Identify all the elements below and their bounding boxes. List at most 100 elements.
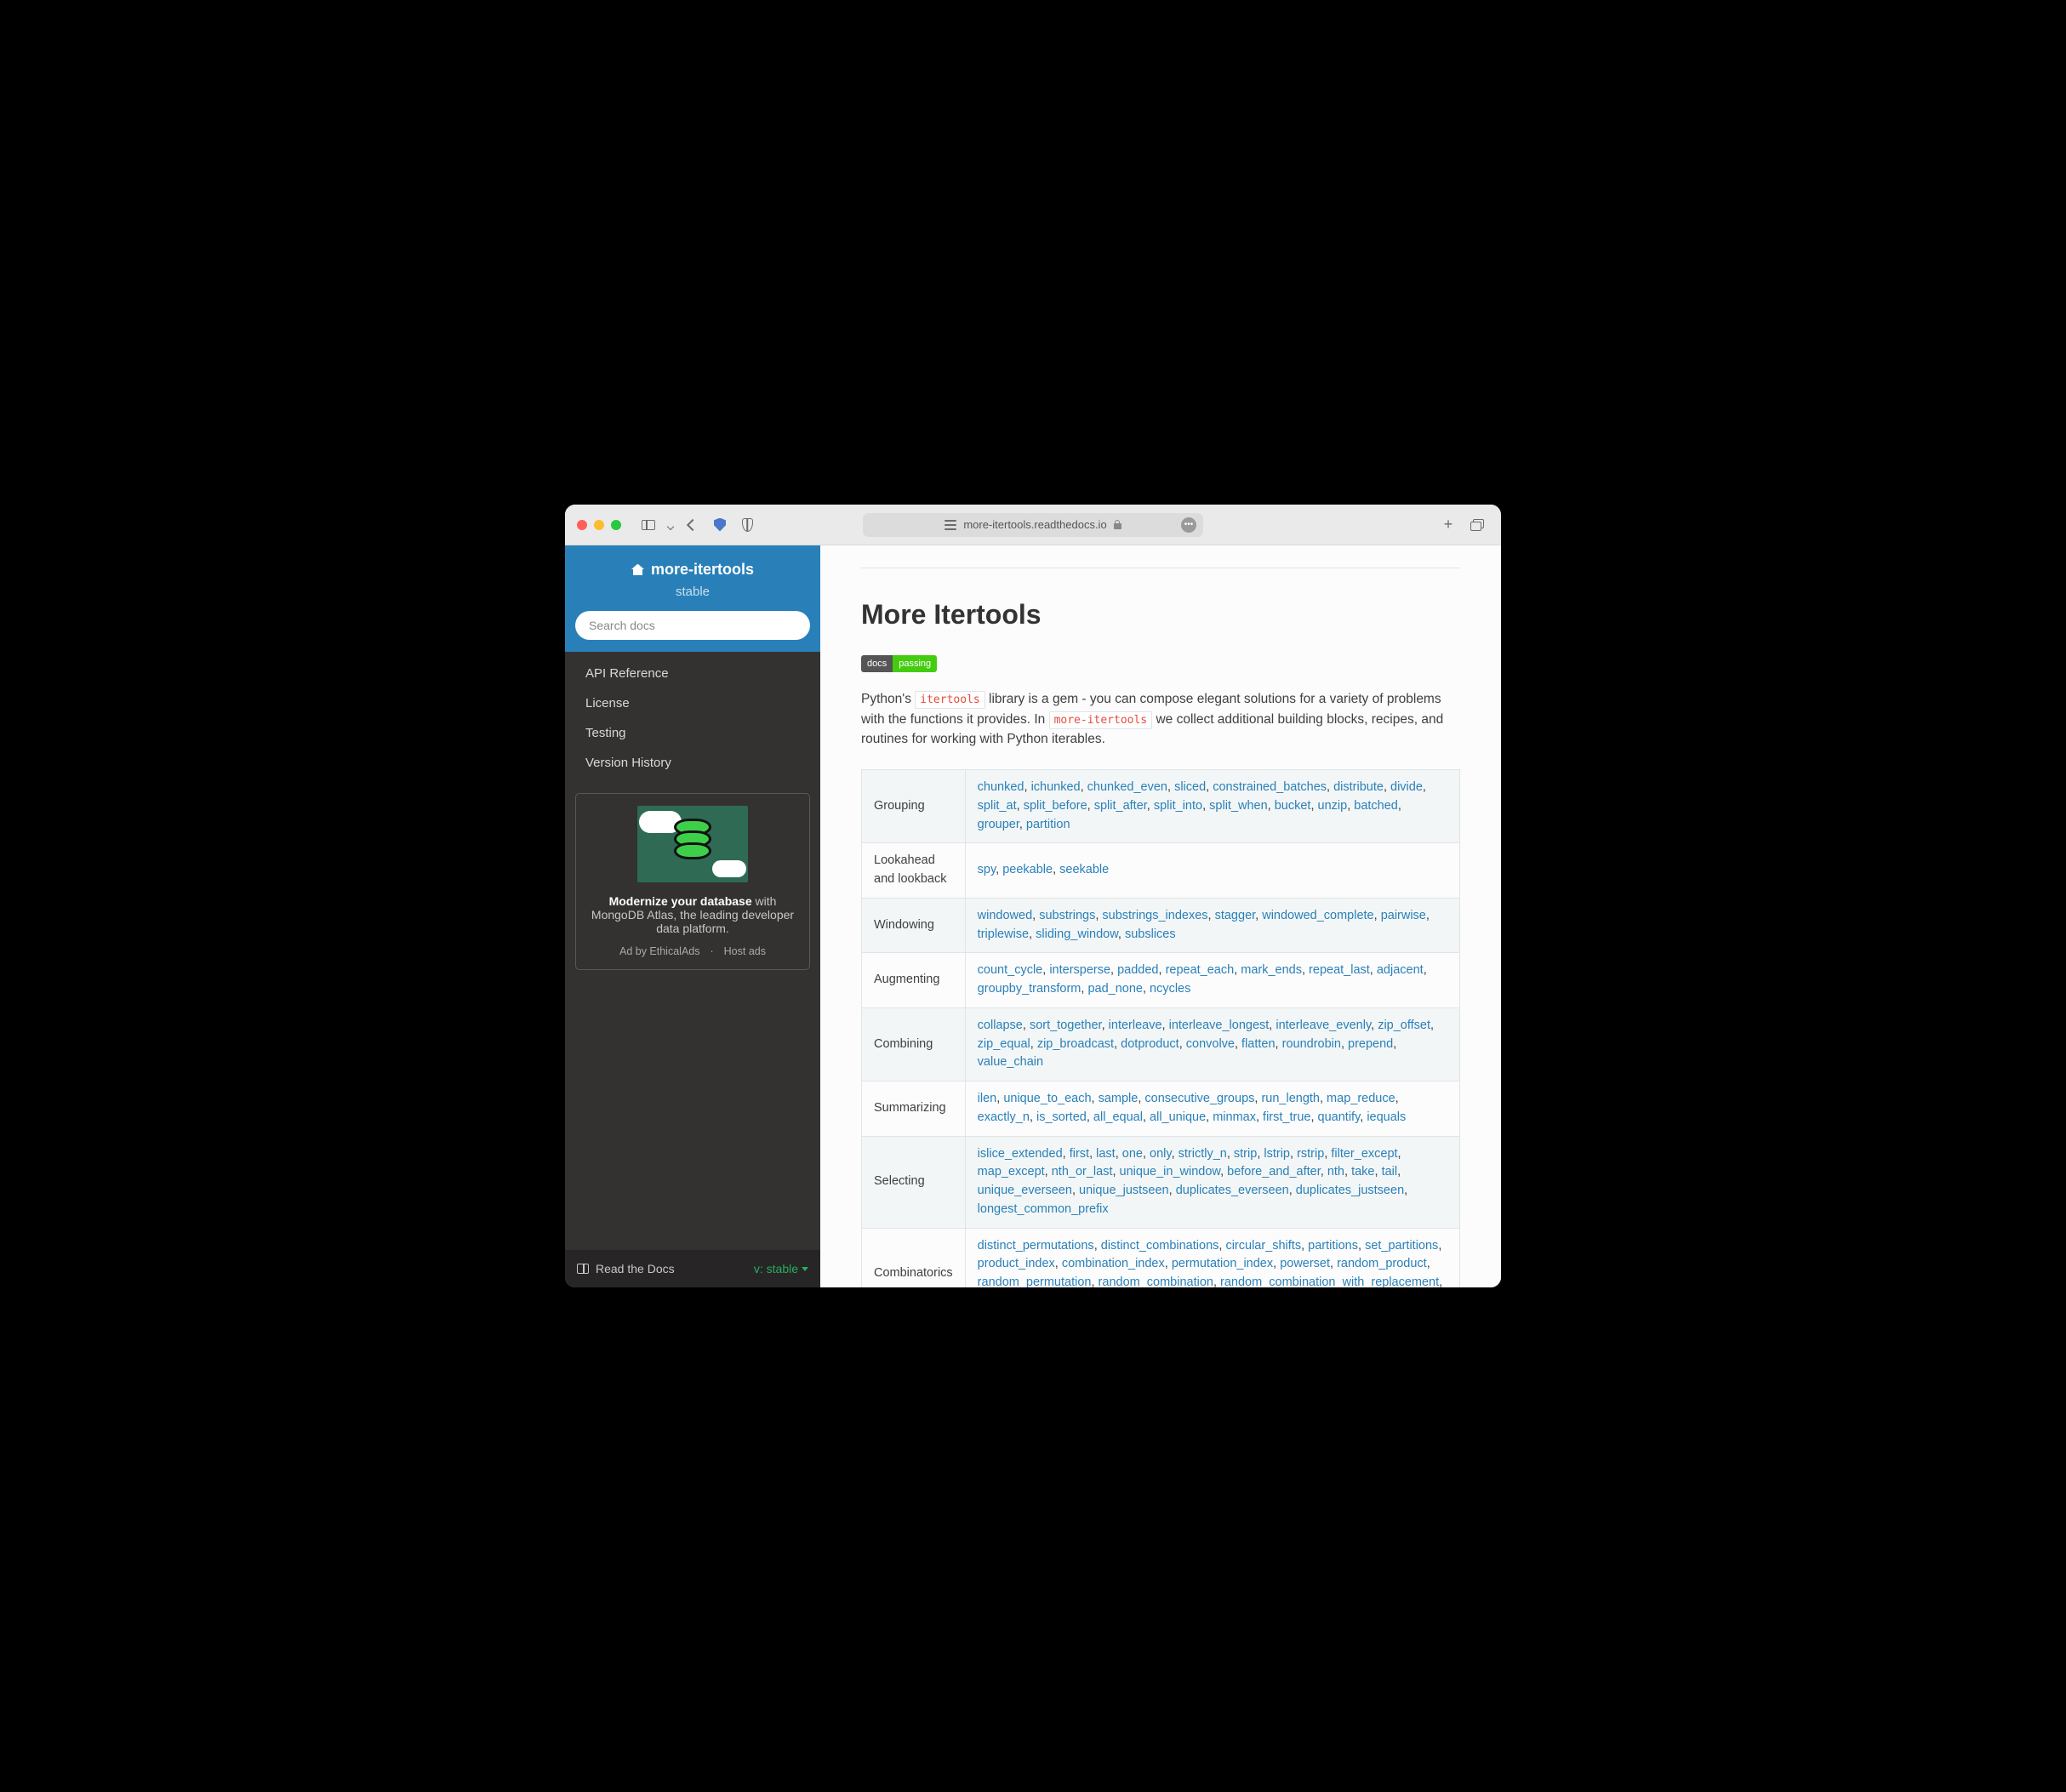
function-link[interactable]: spy — [978, 863, 996, 876]
function-link[interactable]: pairwise — [1381, 909, 1426, 922]
function-link[interactable]: unique_justseen — [1079, 1184, 1169, 1197]
function-link[interactable]: repeat_last — [1309, 963, 1370, 977]
function-link[interactable]: peekable — [1002, 863, 1053, 876]
function-link[interactable]: is_sorted — [1036, 1110, 1087, 1124]
function-link[interactable]: interleave_evenly — [1276, 1019, 1371, 1032]
function-link[interactable]: set_partitions — [1365, 1239, 1438, 1253]
function-link[interactable]: seekable — [1059, 863, 1109, 876]
function-link[interactable]: ilen — [978, 1092, 997, 1105]
function-link[interactable]: take — [1351, 1165, 1374, 1178]
function-link[interactable]: all_equal — [1093, 1110, 1143, 1124]
function-link[interactable]: ichunked — [1031, 780, 1081, 794]
function-link[interactable]: groupby_transform — [978, 982, 1082, 996]
function-link[interactable]: grouper — [978, 818, 1019, 831]
function-link[interactable]: prepend — [1348, 1037, 1393, 1051]
function-link[interactable]: random_combination — [1099, 1276, 1213, 1287]
function-link[interactable]: divide — [1390, 780, 1423, 794]
function-link[interactable]: duplicates_everseen — [1176, 1184, 1289, 1197]
sidebar-ad[interactable]: Modernize your database with MongoDB Atl… — [575, 793, 810, 970]
function-link[interactable]: unzip — [1318, 799, 1348, 813]
function-link[interactable]: map_reduce — [1327, 1092, 1395, 1105]
function-link[interactable]: split_at — [978, 799, 1017, 813]
function-link[interactable]: zip_equal — [978, 1037, 1030, 1051]
function-link[interactable]: filter_except — [1331, 1147, 1397, 1161]
function-link[interactable]: iequals — [1367, 1110, 1406, 1124]
function-link[interactable]: batched — [1354, 799, 1398, 813]
function-link[interactable]: interleave_longest — [1169, 1019, 1270, 1032]
function-link[interactable]: split_when — [1209, 799, 1268, 813]
function-link[interactable]: sample — [1099, 1092, 1139, 1105]
function-link[interactable]: permutation_index — [1172, 1257, 1273, 1270]
docs-status-badge[interactable]: docs passing — [861, 655, 937, 672]
function-link[interactable]: flatten — [1241, 1037, 1276, 1051]
project-home-link[interactable]: more-itertools — [631, 561, 754, 579]
function-link[interactable]: unique_to_each — [1003, 1092, 1091, 1105]
function-link[interactable]: ncycles — [1150, 982, 1190, 996]
back-button[interactable] — [681, 514, 705, 536]
function-link[interactable]: roundrobin — [1282, 1037, 1341, 1051]
function-link[interactable]: subslices — [1125, 927, 1176, 941]
zoom-window-button[interactable] — [611, 520, 621, 530]
function-link[interactable]: split_into — [1154, 799, 1202, 813]
function-link[interactable]: nth_or_last — [1052, 1165, 1113, 1178]
privacy-shield-icon[interactable] — [735, 514, 759, 536]
sidebar-footer[interactable]: Read the Docs v: stable — [565, 1250, 820, 1287]
function-link[interactable]: substrings_indexes — [1102, 909, 1207, 922]
function-link[interactable]: partition — [1026, 818, 1070, 831]
sidebar-toggle-button[interactable] — [636, 514, 660, 536]
function-link[interactable]: nth — [1327, 1165, 1344, 1178]
function-link[interactable]: exactly_n — [978, 1110, 1030, 1124]
version-switcher[interactable]: v: stable — [754, 1262, 808, 1276]
function-link[interactable]: distinct_combinations — [1101, 1239, 1219, 1253]
function-link[interactable]: map_except — [978, 1165, 1045, 1178]
function-link[interactable]: split_before — [1024, 799, 1087, 813]
minimize-window-button[interactable] — [594, 520, 604, 530]
function-link[interactable]: stagger — [1215, 909, 1256, 922]
function-link[interactable]: triplewise — [978, 927, 1029, 941]
function-link[interactable]: partitions — [1308, 1239, 1358, 1253]
function-link[interactable]: first_true — [1263, 1110, 1310, 1124]
function-link[interactable]: zip_offset — [1378, 1019, 1430, 1032]
function-link[interactable]: chunked — [978, 780, 1024, 794]
function-link[interactable]: tail — [1382, 1165, 1398, 1178]
function-link[interactable]: consecutive_groups — [1144, 1092, 1254, 1105]
function-link[interactable]: zip_broadcast — [1037, 1037, 1114, 1051]
function-link[interactable]: constrained_batches — [1213, 780, 1327, 794]
function-link[interactable]: windowed — [978, 909, 1033, 922]
sidebar-nav-item[interactable]: Testing — [565, 718, 820, 748]
function-link[interactable]: mark_ends — [1241, 963, 1302, 977]
function-link[interactable]: one — [1122, 1147, 1143, 1161]
function-link[interactable]: longest_common_prefix — [978, 1202, 1109, 1216]
function-link[interactable]: unique_everseen — [978, 1184, 1072, 1197]
function-link[interactable]: bucket — [1275, 799, 1311, 813]
function-link[interactable]: collapse — [978, 1019, 1023, 1032]
close-window-button[interactable] — [577, 520, 587, 530]
function-link[interactable]: convolve — [1186, 1037, 1235, 1051]
function-link[interactable]: strictly_n — [1179, 1147, 1227, 1161]
function-link[interactable]: minmax — [1213, 1110, 1256, 1124]
function-link[interactable]: first — [1070, 1147, 1089, 1161]
function-link[interactable]: intersperse — [1049, 963, 1110, 977]
function-link[interactable]: windowed_complete — [1262, 909, 1373, 922]
function-link[interactable]: repeat_each — [1166, 963, 1235, 977]
page-actions-button[interactable]: ••• — [1181, 517, 1196, 533]
function-link[interactable]: random_combination_with_replacement — [1220, 1276, 1439, 1287]
function-link[interactable]: count_cycle — [978, 963, 1043, 977]
extension-icon[interactable] — [708, 514, 732, 536]
function-link[interactable]: only — [1150, 1147, 1172, 1161]
function-link[interactable]: islice_extended — [978, 1147, 1063, 1161]
function-link[interactable]: interleave — [1109, 1019, 1162, 1032]
sidebar-nav-item[interactable]: Version History — [565, 748, 820, 778]
sidebar-nav-item[interactable]: License — [565, 688, 820, 718]
tab-overview-button[interactable] — [1465, 514, 1489, 536]
function-link[interactable]: circular_shifts — [1225, 1239, 1301, 1253]
function-link[interactable]: duplicates_justseen — [1296, 1184, 1404, 1197]
function-link[interactable]: unique_in_window — [1120, 1165, 1221, 1178]
function-link[interactable]: distribute — [1333, 780, 1384, 794]
ad-attribution[interactable]: Ad by EthicalAds — [619, 945, 700, 957]
function-link[interactable]: distinct_permutations — [978, 1239, 1094, 1253]
function-link[interactable]: random_product — [1337, 1257, 1427, 1270]
function-link[interactable]: strip — [1234, 1147, 1257, 1161]
function-link[interactable]: value_chain — [978, 1055, 1043, 1069]
ad-host-link[interactable]: Host ads — [724, 945, 766, 957]
